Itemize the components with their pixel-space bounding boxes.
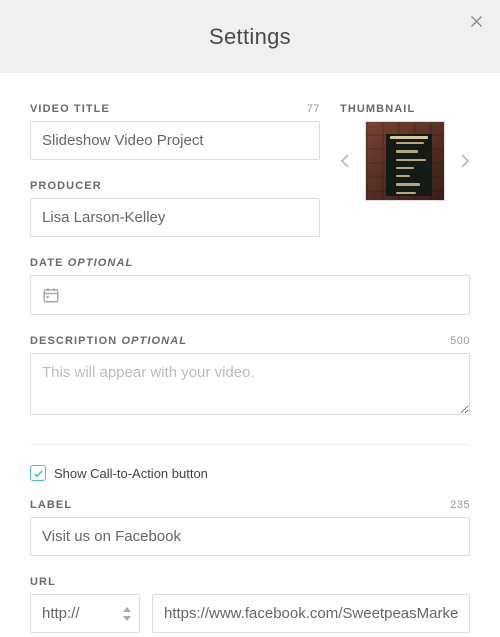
description-field: DESCRIPTION OPTIONAL 500 <box>30 335 470 420</box>
video-title-field: VIDEO TITLE 77 <box>30 103 320 160</box>
video-title-input[interactable] <box>30 121 320 160</box>
description-counter: 500 <box>450 335 470 347</box>
thumbnail-image[interactable] <box>365 121 445 201</box>
cta-label-label: LABEL <box>30 499 72 511</box>
cta-checkbox-label: Show Call-to-Action button <box>54 466 208 481</box>
date-field: DATE OPTIONAL <box>30 257 470 315</box>
date-input[interactable] <box>30 275 470 315</box>
close-icon[interactable] <box>469 14 484 29</box>
cta-label-input[interactable] <box>30 517 470 556</box>
settings-header: Settings <box>0 0 500 73</box>
description-textarea[interactable] <box>30 353 470 415</box>
cta-checkbox[interactable] <box>30 465 46 481</box>
video-title-label: VIDEO TITLE <box>30 103 110 115</box>
video-title-counter: 77 <box>307 103 320 115</box>
thumbnail-next-icon[interactable] <box>460 153 470 169</box>
producer-input[interactable] <box>30 198 320 237</box>
description-label: DESCRIPTION OPTIONAL <box>30 335 187 347</box>
cta-label-field: LABEL 235 <box>30 499 470 556</box>
section-divider <box>30 444 470 445</box>
cta-url-field: URL http:// <box>30 576 470 633</box>
cta-checkbox-row: Show Call-to-Action button <box>30 465 470 481</box>
producer-label: PRODUCER <box>30 180 102 192</box>
producer-field: PRODUCER <box>30 180 320 237</box>
cta-url-input[interactable] <box>152 594 470 633</box>
thumbnail-prev-icon[interactable] <box>340 153 350 169</box>
page-title: Settings <box>209 24 291 50</box>
cta-protocol-select[interactable]: http:// <box>30 594 140 633</box>
thumbnail-label: THUMBNAIL <box>340 103 415 115</box>
date-label: DATE OPTIONAL <box>30 257 133 269</box>
cta-label-counter: 235 <box>450 499 470 511</box>
cta-url-label: URL <box>30 576 56 588</box>
calendar-icon <box>42 286 60 304</box>
